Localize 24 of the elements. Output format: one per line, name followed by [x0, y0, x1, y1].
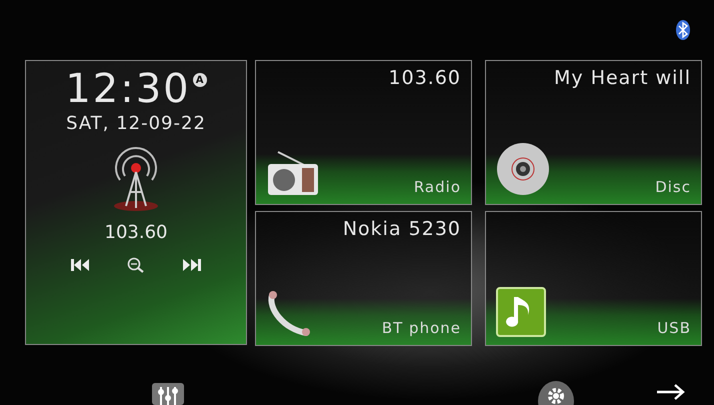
- tile-label: Disc: [655, 178, 691, 196]
- date-text: SAT, 12-09-22: [66, 113, 206, 134]
- next-button[interactable]: [183, 259, 201, 271]
- equalizer-button[interactable]: [152, 383, 184, 405]
- usb-tile[interactable]: USB: [485, 211, 702, 346]
- tile-title: 103.60: [388, 67, 461, 89]
- previous-button[interactable]: [71, 259, 89, 271]
- search-button[interactable]: [127, 257, 145, 273]
- bluetooth-icon: [676, 20, 690, 40]
- phone-tile[interactable]: Nokia 5230 BT phone: [255, 211, 472, 346]
- frequency-text: 103.60: [104, 222, 168, 243]
- disc-tile[interactable]: My Heart will Disc: [485, 60, 702, 205]
- music-note-icon: [496, 287, 546, 337]
- tile-title: My Heart will: [554, 67, 691, 89]
- forward-arrow-button[interactable]: [656, 383, 686, 401]
- tile-title: Nokia 5230: [342, 218, 461, 240]
- clock-badge: A: [192, 73, 207, 87]
- radio-tile[interactable]: 103.60 Radio: [255, 60, 472, 205]
- tile-label: USB: [657, 319, 691, 337]
- clock-time: 12:30: [65, 67, 191, 111]
- settings-button[interactable]: [538, 381, 574, 405]
- tile-label: Radio: [414, 178, 461, 196]
- tile-label: BT phone: [382, 319, 461, 337]
- disc-icon: [496, 142, 550, 196]
